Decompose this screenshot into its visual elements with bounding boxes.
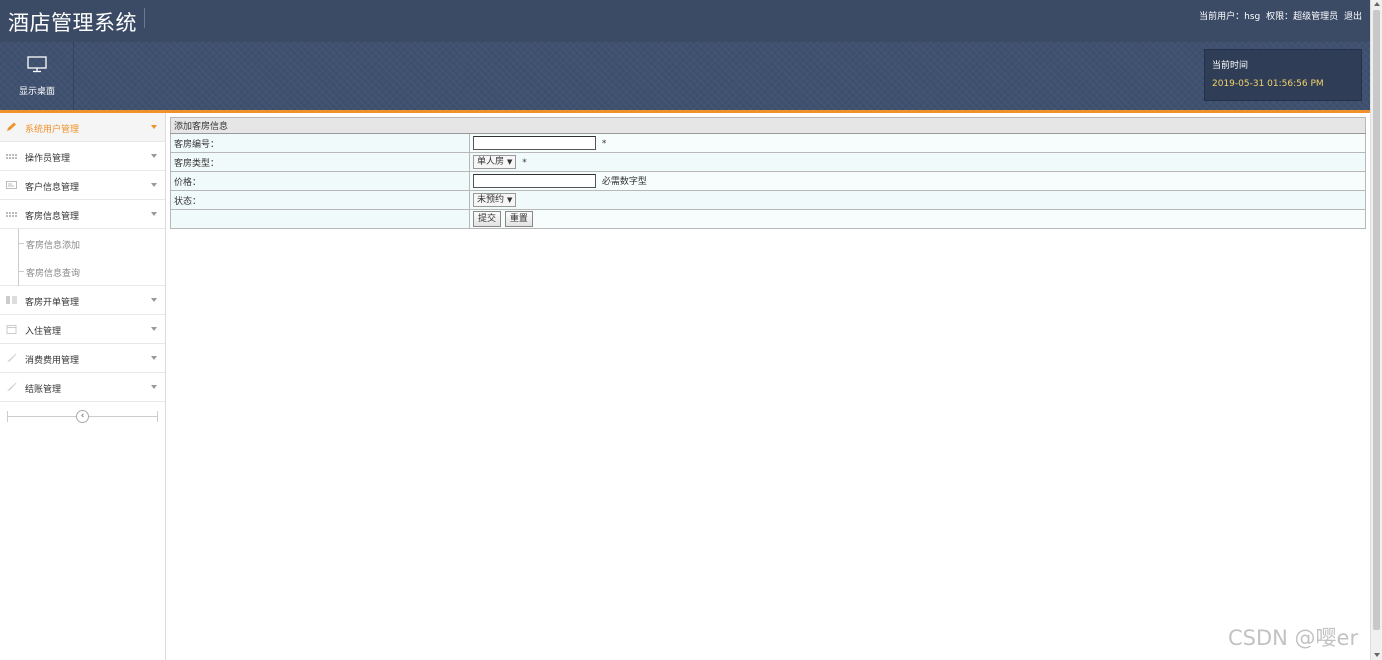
tree-branch (18, 243, 24, 244)
room-type-label: 客房类型： (170, 152, 470, 172)
card-icon (6, 181, 17, 189)
sidebar-item-operators[interactable]: 操作员管理 (0, 142, 165, 171)
form-row-price: 价格： 必需数字型 (170, 171, 1366, 191)
room-type-value: 单人房 (477, 157, 505, 167)
room-no-cell: * (469, 133, 1366, 153)
submenu-item-label: 客房信息查询 (26, 269, 81, 279)
sidebar-item-label: 客户信息管理 (25, 183, 80, 193)
price-input[interactable] (473, 174, 596, 189)
main-content: 添加客房信息 客房编号： * 客房类型： 单人房 ▼ * 价格： 必需数字型 状态… (166, 113, 1370, 660)
dropdown-arrow-icon: ▼ (507, 196, 513, 204)
form-row-status: 状态： 未预约 ▼ (170, 190, 1366, 210)
sidebar-item-label: 客房开单管理 (25, 298, 80, 308)
chevron-down-icon (151, 212, 157, 216)
chevron-down-icon (151, 327, 157, 331)
chevron-down-icon (151, 298, 157, 302)
scroll-down-icon[interactable] (1374, 653, 1380, 657)
sidebar-item-label: 客房信息管理 (25, 212, 80, 222)
collapse-tick (7, 411, 8, 422)
pencil-icon (7, 122, 16, 131)
form-row-room-type: 客房类型： 单人房 ▼ * (170, 152, 1366, 172)
chevron-down-icon (151, 183, 157, 187)
sidebar-item-system-users[interactable]: 系统用户管理 (0, 113, 165, 142)
sidebar-item-customers[interactable]: 客户信息管理 (0, 171, 165, 200)
sidebar-item-label: 操作员管理 (25, 154, 71, 164)
title-divider (144, 8, 145, 28)
show-desktop-label: 显示桌面 (18, 87, 55, 97)
form-title: 添加客房信息 (170, 117, 1366, 134)
top-bar: 酒店管理系统 当前用户：hsg 权限：超级管理员 退出 (0, 0, 1370, 42)
price-hint: 必需数字型 (601, 176, 647, 187)
room-no-input[interactable] (473, 136, 596, 150)
brush-icon (7, 353, 17, 363)
price-cell: 必需数字型 (469, 171, 1366, 191)
scroll-up-icon[interactable] (1374, 2, 1380, 6)
sidebar-item-label: 入住管理 (25, 327, 62, 337)
reset-button[interactable]: 重置 (504, 211, 533, 227)
time-value: 2019-05-31 01:56:56 PM (1212, 79, 1324, 89)
tree-branch (18, 271, 24, 272)
columns-icon (6, 296, 17, 304)
sidebar-item-checkout[interactable]: 结账管理 (0, 373, 165, 402)
chevron-down-icon (151, 385, 157, 389)
current-user-label: 当前用户：hsg (1199, 12, 1261, 22)
form-row-room-no: 客房编号： * (170, 133, 1366, 153)
time-label: 当前时间 (1212, 61, 1249, 71)
grid-icon (6, 212, 17, 217)
monitor-icon (27, 56, 47, 73)
logout-link[interactable]: 退出 (1344, 12, 1362, 22)
vertical-scrollbar[interactable] (1370, 0, 1382, 660)
sidebar-item-consumption[interactable]: 消费费用管理 (0, 344, 165, 373)
room-type-cell: 单人房 ▼ * (469, 152, 1366, 172)
chevron-down-icon (151, 125, 157, 129)
sidebar-item-rooms[interactable]: 客房信息管理 (0, 200, 165, 229)
room-no-label: 客房编号： (170, 133, 470, 153)
actions-label-cell (170, 209, 470, 229)
status-cell: 未预约 ▼ (469, 190, 1366, 210)
sidebar-item-label: 结账管理 (25, 385, 62, 395)
banner: 显示桌面 当前时间 2019-05-31 01:56:56 PM (0, 42, 1370, 110)
required-marker: * (522, 157, 527, 168)
actions-cell: 提交 重置 (469, 209, 1366, 229)
dropdown-arrow-icon: ▼ (507, 158, 513, 166)
show-desktop-button[interactable]: 显示桌面 (0, 42, 74, 110)
sidebar-item-label: 消费费用管理 (25, 356, 80, 366)
chevron-down-icon (151, 356, 157, 360)
add-room-form: 添加客房信息 客房编号： * 客房类型： 单人房 ▼ * 价格： 必需数字型 状态… (170, 117, 1366, 229)
calendar-icon (6, 325, 17, 334)
submenu-item-add-room[interactable]: 客房信息添加 (0, 229, 165, 257)
status-select[interactable]: 未预约 ▼ (473, 193, 517, 207)
app-title: 酒店管理系统 (8, 11, 137, 35)
sidebar-item-label: 系统用户管理 (25, 125, 80, 135)
submenu-item-label: 客房信息添加 (26, 241, 81, 251)
chevron-left-icon[interactable]: ‹ (76, 410, 89, 423)
collapse-tick (157, 411, 158, 422)
submenu-item-query-room[interactable]: 客房信息查询 (0, 257, 165, 285)
watermark: CSDN @嘤er (1228, 626, 1359, 650)
sidebar-item-room-orders[interactable]: 客房开单管理 (0, 286, 165, 315)
form-row-actions: 提交 重置 (170, 209, 1366, 229)
sidebar: 系统用户管理 操作员管理 客户信息管理 客房信息管理 客房信息添加 客房信息查询… (0, 113, 166, 660)
scrollbar-thumb[interactable] (1373, 10, 1380, 630)
sidebar-item-checkin[interactable]: 入住管理 (0, 315, 165, 344)
grid-icon (6, 154, 17, 159)
rooms-submenu: 客房信息添加 客房信息查询 (0, 229, 165, 286)
user-info: 当前用户：hsg 权限：超级管理员 退出 (1196, 9, 1362, 22)
room-type-select[interactable]: 单人房 ▼ (473, 155, 517, 169)
form-header-row: 添加客房信息 (170, 117, 1366, 134)
status-value: 未预约 (477, 195, 505, 205)
required-marker: * (601, 138, 607, 149)
chevron-down-icon (151, 154, 157, 158)
time-box: 当前时间 2019-05-31 01:56:56 PM (1204, 49, 1362, 101)
sidebar-collapse-row: ‹ (0, 402, 165, 430)
brush-icon (7, 382, 17, 392)
submit-button[interactable]: 提交 (473, 211, 502, 227)
permission-label: 权限：超级管理员 (1266, 12, 1339, 22)
price-label: 价格： (170, 171, 470, 191)
status-label: 状态： (170, 190, 470, 210)
